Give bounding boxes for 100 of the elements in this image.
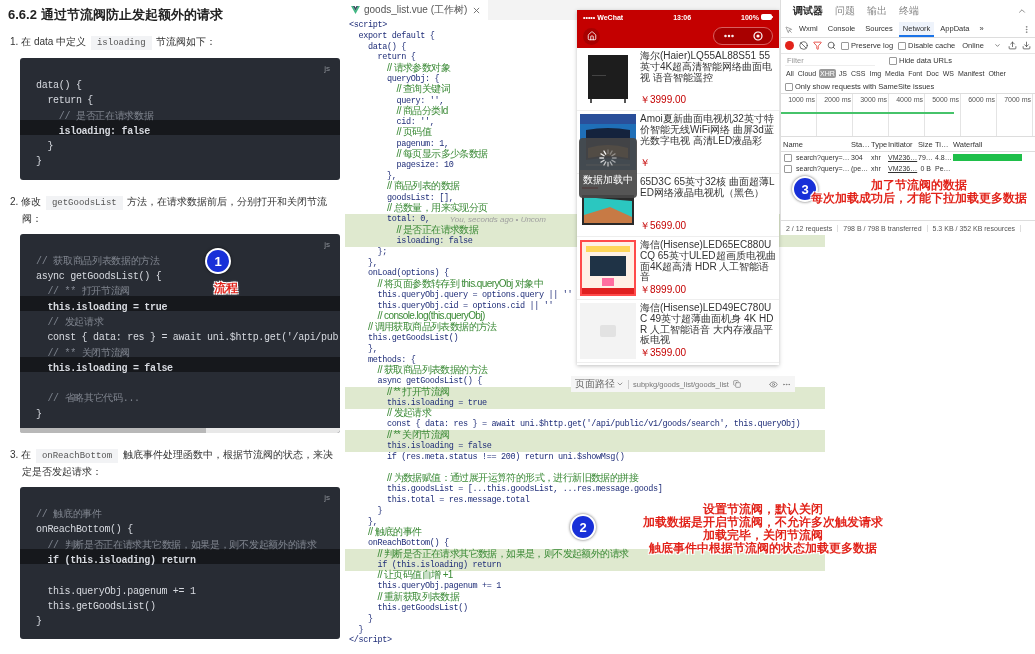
panel-tab[interactable]: 终端 [895,2,923,20]
caret-icon [993,42,1001,49]
product-price: ￥5699.00 [640,219,687,233]
code-line: }, [367,343,378,355]
annotation-text: 流程 [214,282,238,295]
product-title: 海尔(Haier)LQ55AL88S51 55英寸4K超高清智能网络曲面电视 语音智能遥控 [640,51,774,84]
copy-button[interactable] [732,380,741,388]
code-line: }; [376,246,388,258]
code-line: this.isloading = true [386,397,487,408]
step-text: 2. 修改 getGoodsList 方法，在请求数据前后，分别打开和关闭节流阀： [9,194,329,226]
code-line: } [35,615,42,630]
code-line: // 是否正在请求数据 [57,109,154,124]
close-icon [473,6,481,14]
product-title: 海信(Hisense)LED65EC880UCQ 65英寸ULED超画质电视曲面4K超高清 HDR 人工智能语音 [640,240,776,284]
menu-icon[interactable] [1022,25,1031,34]
code-line: return { [376,52,416,63]
code-line: // 发起请求 [386,408,432,419]
code-line: pagesize: 10 [395,160,454,172]
scrollbar[interactable] [20,428,340,434]
code-line: // 商品分类Id [395,105,448,117]
code-line: goodsList: [], [386,192,454,203]
code-line: // 调用获取商品列表数据的方法 [367,321,497,333]
waterfall-bar [953,154,1022,161]
code-line: this.isloading = false [386,441,492,452]
vue-icon [351,6,360,14]
checkbox[interactable] [784,153,792,162]
code-line: async getGoodsList() { [376,376,483,387]
section-heading: 6.6.2 通过节流阀防止发起额外的请求 [8,6,223,24]
code-line: } [46,140,54,155]
product-title: 海信(Hisense)LED49EC780UC 49英寸超薄曲面机身 4K HDR 人工智能语音 大内存液晶平板电视 [640,303,775,347]
code-line: // ** 打开节流阀 [386,386,450,398]
caret-icon [616,380,624,388]
code-line: this.getGoodsList() [46,599,156,614]
code-line: isloading: false [57,124,151,139]
code-line: if (this.isloading) return [46,553,196,568]
language-label: js [324,493,330,503]
checkbox[interactable] [784,164,792,173]
code-line: } [35,155,42,170]
editor-tab[interactable]: goods_list.vue (工作树) [345,0,489,20]
code-line: // 将页面参数转存到 this.queryObj 对象中 [376,278,543,290]
code-line: // 总数量，用来实现分页 [386,203,488,214]
code-line: </script> [348,635,392,647]
code-line: isloading: false [395,235,473,247]
code-line: this.queryObj.cid = options.cid || '' [376,300,554,311]
blame-annotation: You, seconds ago • Uncom [449,215,546,225]
code-line: this.getGoodsList() [367,333,459,344]
code-line: this.goodsList = [...this.goodsList, ...res.message.goods] [386,484,663,495]
step-text: 1. 在 data 中定义 isloading 节流阀如下： [9,35,217,51]
code-line: // ** 关闭节流阀 [386,429,450,441]
code-line: return { [46,94,93,109]
code-line: // 判断是否正在请求其它数据，如果是，则不发起额外的请求 [376,548,629,560]
code-line: } [367,613,373,625]
code-line: this.queryObj.query = options.query || '' [376,289,573,301]
eye-button[interactable] [769,379,778,389]
annotation-text: 触底事件中根据节流阀的状态加载更多数据 [649,542,877,555]
code-line: data() { [367,41,407,53]
search-button[interactable] [827,41,836,50]
language-label: js [324,64,330,73]
product-card[interactable]: 海尔(Haier)LQ55AL88S51 55英寸4K超高清智能网络曲面电视 语音智能遥控 ￥3999.00 [577,48,779,111]
step-text: 3. 在 onReachBottom 触底事件处理函数中，根据节流阀的状态，来决定是否发起请求： [9,448,334,480]
home-button[interactable] [583,27,600,45]
code-line: this.queryObj.pagenum += 1 [46,584,196,599]
code-line: onReachBottom() { [367,538,449,549]
code-line: // 为数据赋值：通过展开运算符的形式，进行新旧数据的拼接 [386,472,638,484]
product-card[interactable]: 海信(Hisense)LED65EC880UCQ 65英寸ULED超画质电视曲面4K超高清 HDR 人工智能语音 ￥8999.00 [577,237,779,300]
panel-tab[interactable]: 问题 [831,2,859,20]
code-line: // 每页显示多少条数据 [395,149,488,160]
record-button[interactable] [785,41,794,50]
clear-button[interactable] [799,41,808,50]
code-line: this.queryObj.pagenum += 1 [376,581,502,592]
code-line: data() { [35,79,82,93]
upload-button[interactable] [1007,41,1017,50]
filter-button[interactable] [813,41,822,50]
toast-text: 数据加载中 [583,173,633,187]
code-line: // 发起请求 [46,315,104,330]
page-path-dropdown[interactable]: 页面路径 [575,377,624,391]
code-line: this.getGoodsList() [376,603,468,614]
product-price: ￥8999.00 [640,283,687,298]
panel-tab[interactable]: 调试器 [789,2,827,20]
collapse-button[interactable] [1017,6,1027,16]
code-line: query: '', [395,95,445,106]
download-button[interactable] [1021,41,1031,50]
code-line: // 查询关键词 [396,84,451,96]
code-line: // 获取商品列表数据的方法 [35,254,160,269]
annotation-text: 设置节流阀，默认关闭 [703,503,823,516]
product-title: 65D3C 65英寸32核 曲面超薄LED网络液晶电视机（黑色） [640,177,776,199]
annotation-text: 加了节流阀的数据 [871,179,967,192]
close-button[interactable] [753,31,763,41]
code-line: // 让页码值自增 +1 [376,570,453,581]
annotation-text: 加载完毕，关闭节流阀 [703,529,823,542]
annotation-badge: 2 [570,514,596,540]
product-card[interactable]: 海信(Hisense)LED49EC780UC 49英寸超薄曲面机身 4K HDR 人工智能语音 大内存液晶平板电视 ￥3599.00 [577,300,779,363]
code-line: methods: { [367,354,416,365]
code-line: // 触底的事件 [35,507,102,523]
code-line: // 页码值 [395,127,432,140]
panel-tab[interactable]: 输出 [863,2,891,20]
battery-icon [761,14,773,20]
code-line: onReachBottom() { [35,523,133,538]
code-line: if (this.isloading) return [376,559,502,570]
code-line: <script> [348,20,387,31]
